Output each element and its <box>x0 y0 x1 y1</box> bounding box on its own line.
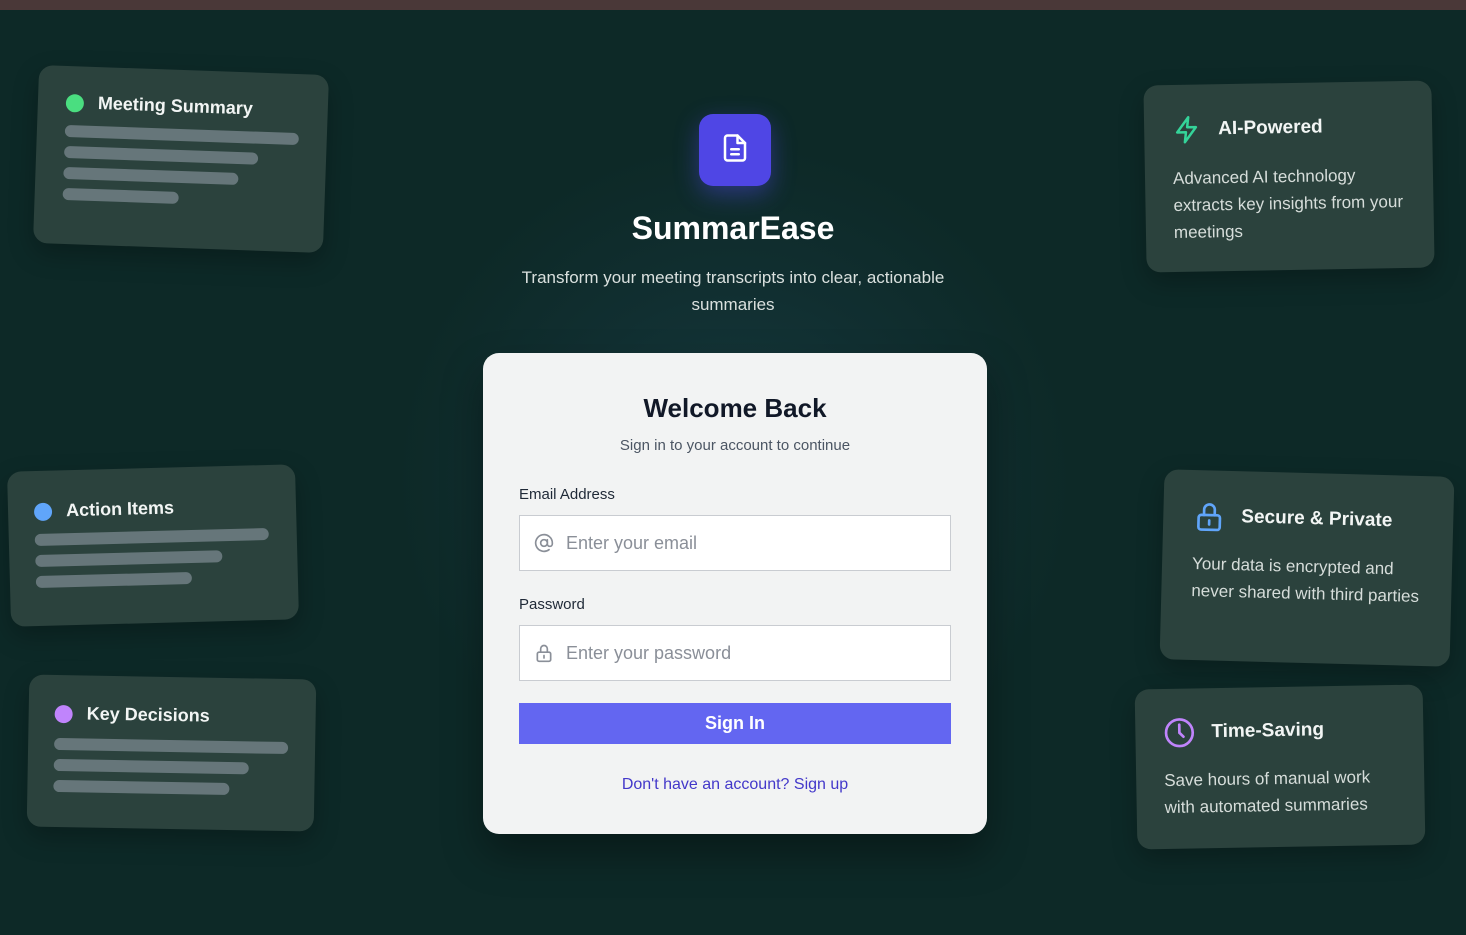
placeholder-line <box>34 527 269 547</box>
preview-card-key-decisions: Key Decisions <box>26 674 317 832</box>
login-title: Welcome Back <box>643 393 827 423</box>
purple-dot-icon <box>54 704 73 723</box>
email-input[interactable] <box>566 532 950 554</box>
feature-card-header: Secure & Private <box>1193 500 1426 538</box>
placeholder-lines <box>53 737 289 796</box>
preview-card-header: Meeting Summary <box>65 92 301 121</box>
placeholder-line <box>53 779 230 796</box>
feature-card-time-saving: Time-Saving Save hours of manual work wi… <box>1134 684 1426 850</box>
lightning-icon <box>1172 115 1203 146</box>
brand-tagline: Transform your meeting transcripts into … <box>521 268 945 314</box>
placeholder-line <box>35 571 193 589</box>
feature-card-header: AI-Powered <box>1172 111 1404 145</box>
feature-description: Save hours of manual work with automated… <box>1164 767 1371 818</box>
feature-card-ai-powered: AI-Powered Advanced AI technology extrac… <box>1143 80 1435 273</box>
placeholder-line <box>63 166 239 186</box>
placeholder-line <box>62 187 179 204</box>
lock-icon <box>1193 500 1226 533</box>
placeholder-line <box>54 737 289 755</box>
email-label: Email Address <box>519 486 615 503</box>
placeholder-line <box>53 758 249 775</box>
brand-logo <box>699 114 771 186</box>
feature-title: AI-Powered <box>1217 116 1323 140</box>
brand-name: SummarEase <box>631 210 835 246</box>
feature-title: Secure & Private <box>1241 506 1393 532</box>
placeholder-lines <box>62 124 299 208</box>
password-label: Password <box>519 596 585 613</box>
sign-up-link[interactable]: Don't have an account? Sign up <box>483 776 987 794</box>
login-subtitle: Sign in to your account to continue <box>619 437 851 454</box>
top-strip <box>0 0 1466 10</box>
placeholder-lines <box>34 527 272 589</box>
blue-dot-icon <box>33 502 53 521</box>
password-field[interactable] <box>519 625 951 681</box>
feature-card-secure-private: Secure & Private Your data is encrypted … <box>1159 469 1455 667</box>
clock-icon <box>1163 716 1196 749</box>
feature-title: Time-Saving <box>1211 719 1325 743</box>
sign-in-button[interactable]: Sign In <box>519 703 951 744</box>
feature-card-header: Time-Saving <box>1163 713 1396 749</box>
document-icon <box>720 133 750 168</box>
preview-card-action-items: Action Items <box>7 464 299 627</box>
preview-card-title: Action Items <box>65 497 175 521</box>
placeholder-line <box>63 145 259 165</box>
password-input[interactable] <box>566 642 950 664</box>
feature-description: Advanced AI technology extracts key insi… <box>1172 165 1404 243</box>
email-field[interactable] <box>519 515 951 571</box>
at-sign-icon <box>520 533 566 553</box>
preview-card-title: Meeting Summary <box>97 93 254 119</box>
placeholder-line <box>64 124 299 146</box>
feature-description: Your data is encrypted and never shared … <box>1191 553 1420 606</box>
green-dot-icon <box>65 93 85 113</box>
preview-card-meeting-summary: Meeting Summary <box>32 64 330 254</box>
lock-icon <box>520 643 566 663</box>
preview-card-header: Action Items <box>33 495 270 522</box>
placeholder-line <box>35 550 223 568</box>
login-card: Welcome Back Sign in to your account to … <box>483 353 987 834</box>
preview-card-header: Key Decisions <box>54 703 289 728</box>
preview-card-title: Key Decisions <box>86 703 210 726</box>
